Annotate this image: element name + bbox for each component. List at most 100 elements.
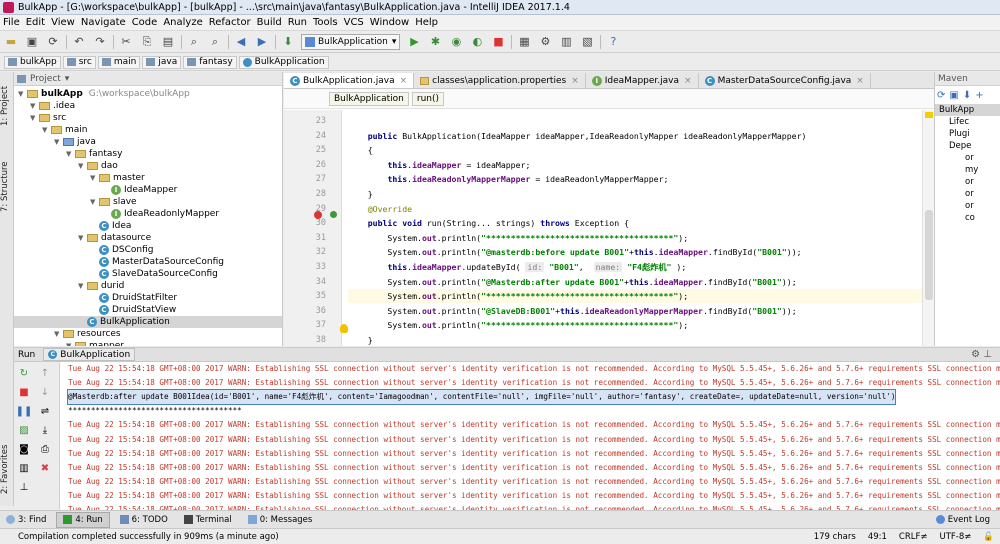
- gear-icon[interactable]: ⚙ ⊥: [971, 349, 992, 360]
- tree-item[interactable]: C Idea: [14, 220, 282, 232]
- code-line[interactable]: this.ideaMapper.updateById( id: "B001", …: [348, 260, 686, 274]
- close-icon[interactable]: ×: [400, 76, 408, 86]
- breadcrumb-class[interactable]: BulkApplication: [329, 91, 409, 106]
- tab-terminal[interactable]: Terminal: [178, 512, 238, 528]
- stop-icon[interactable]: ■: [490, 34, 506, 50]
- find-icon[interactable]: ⌕: [186, 34, 202, 50]
- paste-icon[interactable]: ▤: [160, 34, 176, 50]
- code-line[interactable]: System.out.println("@Masterdb:after upda…: [348, 275, 796, 289]
- undo-icon[interactable]: ↶: [71, 34, 87, 50]
- expand-toggle-icon[interactable]: ▼: [78, 282, 87, 290]
- save-all-icon[interactable]: ▣: [24, 34, 40, 50]
- code-line[interactable]: System.out.println("********************…: [348, 318, 688, 332]
- code-line[interactable]: @Override: [348, 202, 412, 216]
- console-line[interactable]: @Masterdb:after update B001Idea(id='B001…: [66, 389, 897, 406]
- code-line[interactable]: System.out.println("@SlaveDB:B001"+this.…: [348, 304, 796, 318]
- tree-item[interactable]: ▼ slave: [14, 196, 282, 208]
- back-icon[interactable]: ◀: [233, 34, 249, 50]
- synchronize-icon[interactable]: ⟳: [45, 34, 61, 50]
- code-line[interactable]: System.out.println("@masterdb:before upd…: [348, 245, 801, 259]
- chevron-down-icon[interactable]: ▾: [65, 74, 70, 84]
- tree-item[interactable]: ▼ mapper: [14, 340, 282, 346]
- run-configuration-select[interactable]: BulkApplication ▾: [301, 33, 401, 50]
- expand-toggle-icon[interactable]: ▼: [42, 126, 51, 134]
- profile-icon[interactable]: ◐: [469, 34, 485, 50]
- tab-run[interactable]: 4: Run: [56, 511, 110, 528]
- download-icon[interactable]: ⬇: [963, 90, 971, 101]
- code-area[interactable]: public BulkApplication(IdeaMapper ideaMa…: [348, 110, 928, 346]
- expand-toggle-icon[interactable]: ▼: [18, 90, 27, 98]
- tree-item[interactable]: C DruidStatFilter: [14, 292, 282, 304]
- menu-window[interactable]: Window: [367, 17, 412, 28]
- menu-build[interactable]: Build: [254, 17, 285, 28]
- menu-navigate[interactable]: Navigate: [78, 17, 129, 28]
- replace-icon[interactable]: ⌕: [207, 34, 223, 50]
- menu-edit[interactable]: Edit: [23, 17, 48, 28]
- expand-toggle-icon[interactable]: ▼: [54, 138, 63, 146]
- tree-item[interactable]: ▼ resources: [14, 328, 282, 340]
- override-gutter-icon[interactable]: [330, 211, 337, 218]
- close-icon[interactable]: ×: [684, 76, 692, 86]
- pin-icon[interactable]: ⊥: [17, 480, 31, 494]
- favorites-tool-tab[interactable]: 2: Favorites: [0, 434, 14, 504]
- tree-item[interactable]: C DSConfig: [14, 244, 282, 256]
- tree-item[interactable]: I IdeaReadonlyMapper: [14, 208, 282, 220]
- tree-item[interactable]: ▼ .idea: [14, 100, 282, 112]
- console-line[interactable]: Tue Aug 22 15:54:18 GMT+08:00 2017 WARN:…: [68, 362, 1000, 376]
- tree-item[interactable]: ▼ java: [14, 136, 282, 148]
- nav-src[interactable]: src: [62, 55, 96, 69]
- maven-tree-item[interactable]: Depe: [935, 140, 1000, 152]
- run-icon[interactable]: ▶: [406, 34, 422, 50]
- menu-tools[interactable]: Tools: [310, 17, 341, 28]
- expand-toggle-icon[interactable]: ▼: [66, 342, 75, 346]
- restore-layout-icon[interactable]: ▥: [17, 461, 31, 475]
- lock-icon[interactable]: 🔓: [977, 532, 1000, 542]
- menu-run[interactable]: Run: [285, 17, 310, 28]
- expand-toggle-icon[interactable]: ▼: [66, 150, 75, 158]
- editor-scrollbar[interactable]: [922, 110, 934, 346]
- generate-sources-icon[interactable]: ▣: [949, 90, 958, 101]
- tree-item[interactable]: I IdeaMapper: [14, 184, 282, 196]
- maven-tree-item[interactable]: or: [935, 188, 1000, 200]
- scroll-to-end-icon[interactable]: ⤓: [38, 423, 52, 437]
- console-line[interactable]: Tue Aug 22 15:54:18 GMT+08:00 2017 WARN:…: [68, 461, 1000, 475]
- menu-refactor[interactable]: Refactor: [206, 17, 254, 28]
- project-structure-icon[interactable]: ▦: [516, 34, 532, 50]
- expand-toggle-icon[interactable]: ▼: [30, 114, 39, 122]
- forward-icon[interactable]: ▶: [254, 34, 270, 50]
- tab-masterdatasourceconfig-java[interactable]: C MasterDataSourceConfig.java ×: [698, 73, 871, 88]
- run-tab-bulkapplication[interactable]: C BulkApplication: [43, 348, 136, 361]
- status-caret-position[interactable]: 49:1: [862, 532, 893, 542]
- expand-toggle-icon[interactable]: ▼: [30, 102, 39, 110]
- add-icon[interactable]: +: [975, 90, 983, 101]
- tree-item[interactable]: C BulkApplication: [14, 316, 282, 328]
- tree-item[interactable]: C SlaveDataSourceConfig: [14, 268, 282, 280]
- expand-toggle-icon[interactable]: ▼: [78, 162, 87, 170]
- breadcrumb-method[interactable]: run(): [411, 91, 445, 106]
- settings-icon[interactable]: ⚙: [537, 34, 553, 50]
- up-icon[interactable]: ↑: [38, 366, 52, 380]
- console-line[interactable]: Tue Aug 22 15:54:18 GMT+08:00 2017 WARN:…: [68, 418, 1000, 432]
- redo-icon[interactable]: ↷: [92, 34, 108, 50]
- soft-wrap-icon[interactable]: ⇌: [38, 404, 52, 418]
- nav-bulkapplication[interactable]: BulkApplication: [238, 55, 329, 69]
- tree-item[interactable]: ▼ fantasy: [14, 148, 282, 160]
- code-line[interactable]: System.out.println("********************…: [348, 289, 928, 304]
- tab-application-properties[interactable]: classes\application.properties ×: [414, 73, 586, 88]
- tab-messages[interactable]: 0: Messages: [242, 512, 319, 528]
- sdk-icon[interactable]: ▥: [558, 34, 574, 50]
- console-line[interactable]: Tue Aug 22 15:54:18 GMT+08:00 2017 WARN:…: [68, 503, 1000, 510]
- expand-toggle-icon[interactable]: ▼: [90, 174, 99, 182]
- nav-bulkapp[interactable]: bulkApp: [4, 55, 61, 69]
- project-tool-tab[interactable]: 1: Project: [0, 76, 14, 136]
- maven-tree-item[interactable]: or: [935, 176, 1000, 188]
- open-folder-icon[interactable]: ▬: [3, 34, 19, 50]
- close-icon[interactable]: ×: [856, 76, 864, 86]
- structure-tool-tab[interactable]: 7: Structure: [0, 152, 14, 222]
- nav-fantasy[interactable]: fantasy: [183, 55, 237, 69]
- menu-view[interactable]: View: [48, 17, 78, 28]
- tab-event-log[interactable]: Event Log: [930, 512, 996, 528]
- menu-help[interactable]: Help: [412, 17, 441, 28]
- console-line[interactable]: Tue Aug 22 15:54:18 GMT+08:00 2017 WARN:…: [68, 376, 1000, 390]
- code-line[interactable]: this.ideaMapper = ideaMapper;: [348, 158, 530, 172]
